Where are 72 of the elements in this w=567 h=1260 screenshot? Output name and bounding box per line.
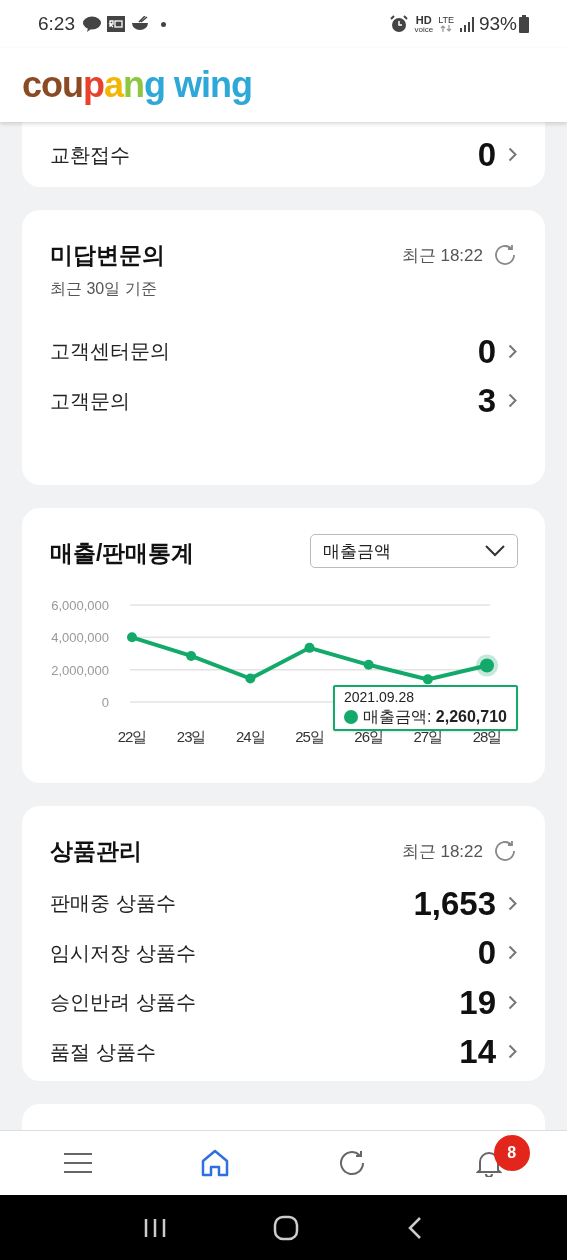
caret-icon [485, 545, 505, 558]
signal-icon [459, 16, 474, 32]
row-label: 품절 상품수 [50, 1039, 156, 1065]
row-label: 승인반려 상품수 [50, 990, 196, 1016]
card-title: 미답변문의 [50, 241, 165, 270]
chevron-right-icon [508, 994, 517, 1010]
data-arrows-icon [440, 25, 453, 32]
x-axis-label: 25일 [295, 727, 324, 745]
home-icon[interactable] [200, 1149, 231, 1177]
hd-label: HD [415, 14, 432, 26]
chevron-right-icon [508, 147, 517, 162]
tooltip-date: 2021.09.28 [344, 688, 416, 707]
data-point [127, 631, 137, 642]
battery-icon [519, 15, 529, 33]
row-count[interactable]: 14 [459, 1027, 496, 1077]
back-icon[interactable] [407, 1215, 424, 1240]
recent-apps-icon[interactable] [143, 1217, 166, 1238]
row-label: 고객센터문의 [50, 339, 170, 365]
highlighted-point[interactable] [476, 653, 498, 676]
tooltip-value: 매출금액: 2,260,710 [362, 707, 507, 727]
row-count[interactable]: 0 [477, 129, 496, 180]
row-count[interactable]: 0 [477, 326, 496, 376]
row-label: 고객문의 [50, 388, 130, 414]
data-point [363, 659, 374, 670]
home-button-icon[interactable] [273, 1214, 300, 1241]
notification-badge: 8 [493, 1135, 530, 1171]
chat-bubble-icon [83, 16, 101, 32]
dot-icon [161, 21, 166, 27]
y-axis-label: 2,000,000 [51, 662, 109, 678]
row-label: 교환접수 [50, 142, 130, 168]
row-label: 판매중 상품수 [50, 891, 176, 917]
status-time: 6:23 [38, 11, 75, 36]
bell-icon[interactable] [475, 1149, 502, 1177]
card-title: 매출/판매통계 [50, 539, 195, 568]
app-notification-icon [107, 16, 125, 32]
y-axis-label: 6,000,000 [51, 597, 109, 613]
y-axis-label: 4,000,000 [51, 629, 109, 645]
refresh-icon[interactable] [337, 1149, 366, 1177]
row-count[interactable]: 3 [477, 376, 496, 426]
refresh-icon[interactable] [493, 243, 517, 268]
data-point [186, 650, 197, 661]
menu-icon[interactable] [63, 1152, 94, 1174]
update-time: 최근 18:22 [401, 840, 483, 863]
x-axis-label: 28일 [472, 727, 502, 745]
row-count[interactable]: 19 [459, 977, 496, 1027]
data-point [245, 673, 256, 684]
chevron-right-icon [508, 393, 517, 409]
card-title: 상품관리 [50, 837, 142, 866]
voice-label: voice [414, 25, 434, 34]
row-label: 임시저장 상품수 [50, 940, 196, 966]
x-axis-label: 26일 [354, 727, 383, 745]
update-time: 최근 18:22 [401, 244, 483, 267]
y-axis-label: 0 [101, 694, 109, 710]
card-subtitle: 최근 30일 기준 [50, 278, 158, 299]
chevron-right-icon [508, 343, 517, 359]
battery-percent: 93% [478, 11, 517, 36]
lte-label: LTE [438, 16, 454, 25]
data-point [304, 642, 315, 653]
chevron-right-icon [508, 1044, 517, 1060]
x-axis-label: 24일 [236, 727, 265, 745]
x-axis-label: 22일 [117, 727, 147, 745]
x-axis-label: 23일 [176, 727, 206, 745]
row-count[interactable]: 0 [477, 928, 496, 978]
x-axis-label: 27일 [413, 727, 443, 745]
logo: coupang wing [22, 67, 253, 103]
refresh-icon[interactable] [493, 839, 517, 864]
metric-dropdown[interactable]: 매출금액 [310, 534, 518, 569]
alarm-icon [390, 15, 409, 33]
chevron-right-icon [508, 895, 517, 911]
bowl-icon [131, 16, 149, 32]
chevron-right-icon [508, 945, 517, 961]
row-count[interactable]: 1,653 [413, 878, 496, 928]
